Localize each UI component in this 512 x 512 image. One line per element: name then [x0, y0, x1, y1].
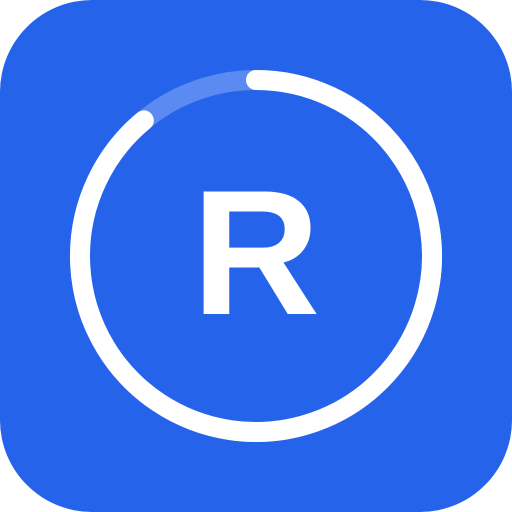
app-icon[interactable]: R: [0, 0, 512, 512]
app-letter: R: [191, 153, 321, 352]
